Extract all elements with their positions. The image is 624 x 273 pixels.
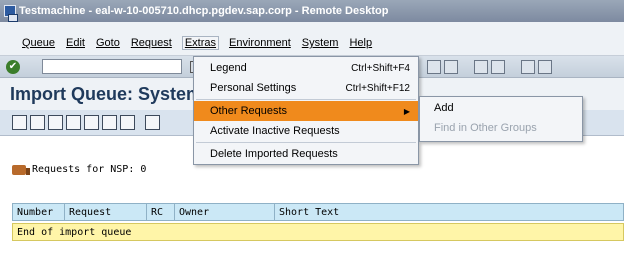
sort-icon[interactable] bbox=[66, 115, 81, 130]
menu-item-label: Delete Imported Requests bbox=[210, 148, 338, 160]
menu-request[interactable]: Request bbox=[131, 37, 172, 49]
extras-dropdown-menu: Legend Ctrl+Shift+F4 Personal Settings C… bbox=[193, 56, 419, 165]
menu-environment[interactable]: Environment bbox=[229, 37, 291, 49]
window-titlebar: Testmachine - eal-w-10-005710.dhcp.pgdev… bbox=[0, 0, 624, 22]
other-requests-submenu: Add Find in Other Groups bbox=[419, 96, 583, 142]
menu-divider bbox=[196, 99, 416, 100]
menu-item-label: Activate Inactive Requests bbox=[210, 125, 340, 137]
toolbar-right-group bbox=[427, 60, 555, 74]
menu-item-shortcut: Ctrl+Shift+F12 bbox=[345, 82, 410, 94]
menu-item-label: Other Requests bbox=[210, 105, 288, 117]
sap-window-icon[interactable] bbox=[8, 14, 18, 22]
command-field[interactable] bbox=[42, 59, 182, 74]
menu-item-activate-inactive-requests[interactable]: Activate Inactive Requests bbox=[194, 121, 418, 141]
window-title: Testmachine - eal-w-10-005710.dhcp.pgdev… bbox=[19, 5, 389, 17]
print-icon[interactable] bbox=[30, 115, 45, 130]
grid-header: Number Request RC Owner Short Text bbox=[12, 203, 624, 221]
menu-item-label: Personal Settings bbox=[210, 82, 297, 94]
menu-system[interactable]: System bbox=[302, 37, 339, 49]
menu-item-label: Legend bbox=[210, 62, 247, 74]
menu-item-delete-imported-requests[interactable]: Delete Imported Requests bbox=[194, 144, 418, 164]
column-header-owner[interactable]: Owner bbox=[175, 204, 275, 220]
find-icon[interactable] bbox=[427, 60, 441, 74]
filter-icon[interactable] bbox=[48, 115, 63, 130]
layout-icon[interactable] bbox=[538, 60, 552, 74]
transport-truck-icon bbox=[12, 164, 30, 175]
column-header-short-text[interactable]: Short Text bbox=[275, 204, 623, 220]
refresh-icon[interactable] bbox=[12, 115, 27, 130]
new-session-icon[interactable] bbox=[474, 60, 488, 74]
submenu-arrow-icon: ▶ bbox=[403, 106, 410, 116]
submenu-item-add[interactable]: Add bbox=[420, 99, 582, 119]
requests-summary: Requests for NSP: 0 bbox=[12, 164, 146, 175]
menu-help[interactable]: Help bbox=[349, 37, 372, 49]
shortcut-icon[interactable] bbox=[491, 60, 505, 74]
submenu-item-find-in-other-groups: Find in Other Groups bbox=[434, 122, 537, 134]
import-icon[interactable] bbox=[145, 115, 160, 130]
import-queue-grid: Number Request RC Owner Short Text End o… bbox=[12, 203, 624, 241]
table-row: End of import queue bbox=[12, 223, 624, 241]
funnel-icon[interactable] bbox=[102, 115, 117, 130]
menubar: Queue Edit Goto Request Extras Environme… bbox=[0, 22, 624, 56]
column-header-number[interactable]: Number bbox=[13, 204, 65, 220]
menu-item-shortcut: Ctrl+Shift+F4 bbox=[351, 62, 410, 74]
menu-item-legend[interactable]: Legend Ctrl+Shift+F4 bbox=[194, 58, 418, 78]
menu-extras[interactable]: Extras bbox=[181, 36, 220, 50]
column-header-rc[interactable]: RC bbox=[147, 204, 175, 220]
menu-item-other-requests[interactable]: Other Requests ▶ bbox=[194, 101, 418, 121]
menu-item-personal-settings[interactable]: Personal Settings Ctrl+Shift+F12 bbox=[194, 78, 418, 98]
requests-label: Requests for NSP: 0 bbox=[32, 164, 147, 175]
menu-goto[interactable]: Goto bbox=[96, 37, 120, 49]
menu-queue[interactable]: Queue bbox=[22, 37, 55, 49]
column-header-request[interactable]: Request bbox=[65, 204, 147, 220]
layout-select-icon[interactable] bbox=[120, 115, 135, 130]
menu-edit[interactable]: Edit bbox=[66, 37, 85, 49]
menu-divider bbox=[196, 142, 416, 143]
check-icon[interactable]: ✔ bbox=[6, 59, 20, 74]
find-next-icon[interactable] bbox=[444, 60, 458, 74]
search-icon[interactable] bbox=[84, 115, 99, 130]
help-icon[interactable] bbox=[521, 60, 535, 74]
